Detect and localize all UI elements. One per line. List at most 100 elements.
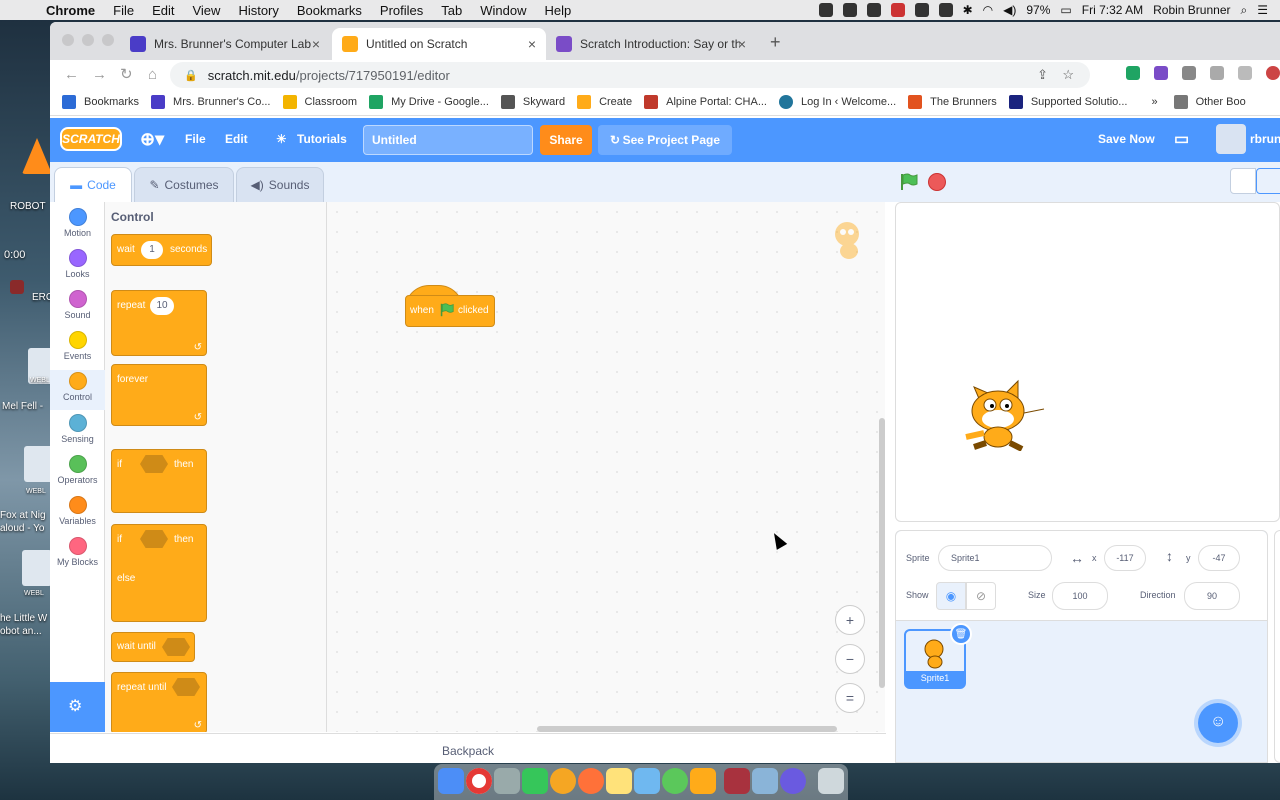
- bookmark-item[interactable]: Mrs. Brunner's Co...: [151, 94, 271, 109]
- direction-input[interactable]: 90: [1184, 582, 1240, 610]
- bookmarks-overflow[interactable]: »: [1151, 96, 1157, 108]
- tab-scratch-intro[interactable]: Scratch Introduction: Say or th ×: [546, 28, 756, 60]
- wifi-icon[interactable]: ◠: [983, 3, 993, 17]
- backpack[interactable]: Backpack: [50, 733, 886, 763]
- delete-sprite-button[interactable]: 🗑: [950, 623, 972, 645]
- extension-icon[interactable]: [1154, 66, 1168, 80]
- preview-icon[interactable]: [634, 768, 660, 794]
- boolean-slot[interactable]: [140, 455, 168, 473]
- large-stage-button[interactable]: [1256, 168, 1280, 194]
- dictionary-icon[interactable]: [724, 768, 750, 794]
- menu-tab[interactable]: Tab: [441, 3, 462, 18]
- block-if-then-else[interactable]: if then else: [111, 524, 207, 622]
- bookmark-item[interactable]: My Drive - Google...: [369, 94, 489, 109]
- file-menu[interactable]: File: [185, 132, 206, 146]
- repeat-input[interactable]: 10: [150, 297, 174, 315]
- cloud-icon[interactable]: [914, 3, 929, 17]
- boolean-slot[interactable]: [162, 638, 190, 656]
- category-motion[interactable]: Motion: [50, 208, 105, 238]
- photos-icon[interactable]: [550, 768, 576, 794]
- finder-icon[interactable]: [438, 768, 464, 794]
- zoom-out-button[interactable]: −: [835, 644, 865, 674]
- block-if-then[interactable]: if then: [111, 449, 207, 513]
- stop-button[interactable]: [928, 173, 946, 191]
- volume-icon[interactable]: ◀): [1003, 3, 1016, 17]
- menu-history[interactable]: History: [238, 3, 278, 18]
- firefox-icon[interactable]: [578, 768, 604, 794]
- gear-icon[interactable]: [842, 3, 857, 17]
- category-looks[interactable]: Looks: [50, 249, 105, 279]
- bookmark-item[interactable]: Classroom: [282, 94, 357, 109]
- menu-file[interactable]: File: [113, 3, 134, 18]
- category-my-blocks[interactable]: My Blocks: [50, 537, 105, 567]
- category-control[interactable]: Control: [50, 370, 105, 410]
- user-name[interactable]: Robin Brunner: [1153, 3, 1230, 17]
- close-window-button[interactable]: [62, 34, 74, 46]
- block-repeat[interactable]: repeat 10 ↺: [111, 290, 207, 356]
- sprite-name-input[interactable]: Sprite1: [938, 545, 1052, 571]
- menu-bookmarks[interactable]: Bookmarks: [297, 3, 362, 18]
- y-input[interactable]: -47: [1198, 545, 1240, 571]
- tab-code[interactable]: ▬ Code: [54, 167, 132, 202]
- scratch-link-icon[interactable]: [780, 768, 806, 794]
- battery-icon[interactable]: ▭: [1060, 3, 1071, 17]
- code-workspace[interactable]: when clicked + − =: [327, 202, 885, 732]
- status-icon[interactable]: [818, 3, 833, 17]
- zoom-reset-button[interactable]: =: [835, 683, 865, 713]
- tutorials-button[interactable]: Tutorials: [297, 132, 347, 146]
- sync-icon[interactable]: [662, 768, 688, 794]
- menu-window[interactable]: Window: [480, 3, 526, 18]
- close-icon[interactable]: ×: [312, 36, 320, 52]
- show-visible-button[interactable]: ◉: [936, 582, 966, 610]
- puzzle-icon[interactable]: [1210, 66, 1224, 80]
- reload-icon[interactable]: ↻: [120, 65, 134, 83]
- category-variables[interactable]: Variables: [50, 496, 105, 526]
- safari-webloc-icon[interactable]: [22, 550, 52, 586]
- backdrop-pane[interactable]: Ba: [1274, 530, 1280, 763]
- add-sprite-button[interactable]: ☺: [1198, 703, 1238, 743]
- save-now-button[interactable]: Save Now: [1098, 132, 1155, 146]
- home-icon[interactable]: ⌂: [148, 66, 162, 83]
- bookmark-item[interactable]: Supported Solutio...: [1008, 94, 1127, 109]
- vlc-icon[interactable]: [22, 138, 52, 174]
- avatar[interactable]: [1216, 124, 1246, 154]
- trash-icon[interactable]: [818, 768, 844, 794]
- menu-view[interactable]: View: [192, 3, 220, 18]
- bookmark-item[interactable]: Create: [577, 94, 632, 109]
- sprite-thumbnail[interactable]: Sprite1 🗑: [904, 623, 972, 689]
- category-sound[interactable]: Sound: [50, 290, 105, 320]
- other-bookmarks[interactable]: Other Boo: [1173, 94, 1246, 109]
- hide-button[interactable]: ⊘: [966, 582, 996, 610]
- folder-icon[interactable]: ▭: [1174, 129, 1189, 149]
- share-icon[interactable]: ⇪: [1037, 67, 1048, 83]
- bluetooth-icon[interactable]: ✱: [963, 3, 973, 17]
- small-stage-button[interactable]: [1230, 168, 1256, 194]
- block-wait-until[interactable]: wait until: [111, 632, 195, 662]
- menu-help[interactable]: Help: [545, 3, 572, 18]
- close-icon[interactable]: ×: [738, 36, 746, 52]
- record-icon[interactable]: [890, 3, 905, 17]
- app-menu[interactable]: Chrome: [46, 3, 95, 18]
- forward-icon[interactable]: →: [92, 66, 107, 83]
- workspace-horizontal-scrollbar[interactable]: [537, 726, 837, 732]
- chrome-icon[interactable]: [466, 768, 492, 794]
- boolean-slot[interactable]: [172, 678, 200, 696]
- workspace-vertical-scrollbar[interactable]: [879, 418, 885, 688]
- preview-doc-icon[interactable]: [752, 768, 778, 794]
- new-tab-icon[interactable]: +: [770, 32, 781, 53]
- minimize-window-button[interactable]: [82, 34, 94, 46]
- share-button[interactable]: Share: [540, 125, 592, 155]
- drive-extension-icon[interactable]: [1126, 66, 1140, 80]
- boolean-slot[interactable]: [140, 530, 168, 548]
- scratch-app-icon[interactable]: [690, 768, 716, 794]
- block-repeat-until[interactable]: repeat until ↺: [111, 672, 207, 732]
- lock-icon[interactable]: 🔒: [184, 69, 198, 82]
- add-extension-button[interactable]: ⚙: [50, 682, 105, 732]
- launchpad-icon[interactable]: [494, 768, 520, 794]
- url-field[interactable]: 🔒 scratch.mit.edu /projects/717950191/ed…: [170, 62, 1090, 88]
- zoom-in-button[interactable]: +: [835, 605, 865, 635]
- wait-input[interactable]: 1: [141, 241, 163, 259]
- facetime-icon[interactable]: [522, 768, 548, 794]
- size-input[interactable]: 100: [1052, 582, 1108, 610]
- menu-profiles[interactable]: Profiles: [380, 3, 423, 18]
